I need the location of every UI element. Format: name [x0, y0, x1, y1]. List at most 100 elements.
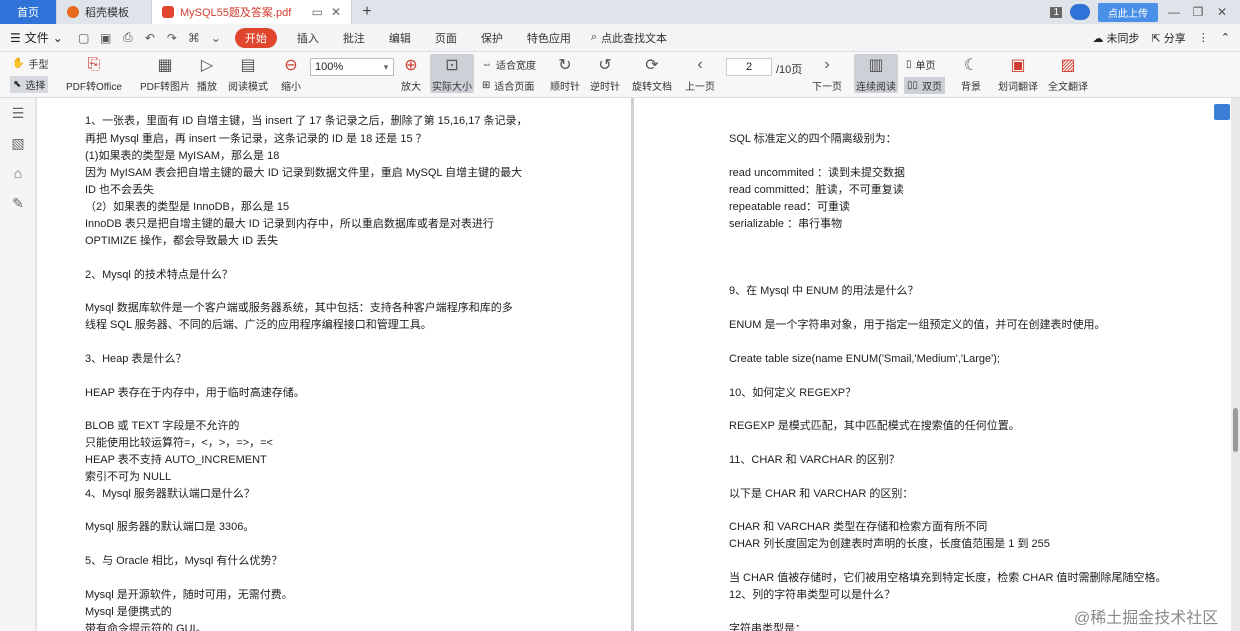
redo-icon[interactable]: ↷	[163, 31, 181, 45]
fit-page-label: 适合页面	[494, 82, 535, 93]
tab-restore-icon[interactable]: ▭	[312, 5, 323, 19]
background-button[interactable]: ☾ 背景	[960, 54, 982, 93]
scrollbar-thumb[interactable]	[1233, 408, 1238, 452]
hand-icon: ✋	[12, 58, 25, 69]
maximize-icon[interactable]: ❐	[1190, 5, 1206, 19]
tab-close-icon[interactable]: ✕	[331, 5, 341, 19]
minimize-icon[interactable]: —	[1166, 5, 1182, 19]
cloud-icon[interactable]	[1070, 4, 1090, 20]
format-painter-icon[interactable]: ⌘	[185, 31, 203, 45]
moon-icon: ☾	[963, 57, 979, 74]
find-text[interactable]: ⌕ 点此查找文本	[585, 30, 667, 46]
doc-line: HEAP 表不支持 AUTO_INCREMENT	[85, 454, 267, 466]
page-number-input[interactable]: 2	[726, 58, 772, 76]
undo-icon[interactable]: ↶	[141, 31, 159, 45]
ribbon-toolbar: ✋ 手型 ⬉ 选择 ⎘ PDF转Office ▦ PDF转图片 ▷ 播放 ▤ 阅读模式 ⊖ 缩…	[0, 52, 1240, 98]
prev-page-button[interactable]: ‹ 上一页	[685, 54, 715, 93]
actual-size-label: 实际大小	[432, 82, 472, 93]
menu-start[interactable]: 开始	[234, 27, 277, 48]
doc-line: CHAR 和 VARCHAR 类型在存储和检索方面有所不同	[729, 521, 988, 533]
rotate-doc-button[interactable]: ⟳ 旋转文档	[632, 54, 672, 93]
print-icon[interactable]: ⎙	[119, 30, 137, 45]
collapse-icon[interactable]: ⌃	[1221, 31, 1230, 44]
rotate-cw-button[interactable]: ↻ 顺时针	[550, 54, 580, 93]
play-button[interactable]: ▷ 播放	[196, 54, 218, 93]
continuous-read-button[interactable]: ▥ 连续阅读	[854, 54, 898, 93]
next-page-button[interactable]: › 下一页	[812, 54, 842, 93]
doc-line: HEAP 表存在于内存中，用于临时高速存储。	[85, 387, 305, 399]
doc-line: 再把 Mysql 重启，再 insert 一条记录，这条记录的 ID 是 18 …	[85, 133, 427, 145]
actual-size-button[interactable]: ⊡ 实际大小	[430, 54, 474, 93]
thumbnail-icon[interactable]: ▧	[0, 128, 36, 158]
doc-line: BLOB 或 TEXT 字段是不允许的	[85, 420, 240, 432]
rotate-ccw-button[interactable]: ↺ 逆时针	[590, 54, 620, 93]
select-tool[interactable]: ⬉ 选择	[10, 76, 49, 93]
double-page-button[interactable]: ▯▯ 双页	[904, 77, 946, 94]
zoom-out-button[interactable]: ⊖ 缩小	[280, 54, 302, 93]
zoom-in-button[interactable]: ⊕ 放大	[400, 54, 422, 93]
doc-line: Mysql 数据库软件是一个客户端或服务器系统，其中包括：支持各种客户端程序和库…	[85, 302, 513, 314]
close-window-icon[interactable]: ✕	[1214, 5, 1230, 19]
single-page-button[interactable]: ▯ 单页	[906, 57, 936, 72]
full-translate-button[interactable]: ▨ 全文翻译	[1048, 54, 1088, 93]
title-bar: 首页 稻壳模板 MySQL55题及答案.pdf ▭ ✕ + 1 点此上传 — ❐…	[0, 0, 1240, 24]
menu-features[interactable]: 特色应用	[517, 30, 581, 46]
menu-edit[interactable]: 编辑	[379, 30, 421, 46]
pdf-to-office-button[interactable]: ⎘ PDF转Office	[66, 54, 122, 93]
rotate-ccw-label: 逆时针	[590, 82, 620, 93]
menu-bar: ☰ 文件 ⌄ ▢ ▣ ⎙ ↶ ↷ ⌘ ⌄ 开始 插入 批注 编辑 页面 保护 特…	[0, 24, 1240, 52]
tab-document[interactable]: MySQL55题及答案.pdf ▭ ✕	[152, 0, 352, 24]
chevron-right-icon: ›	[824, 56, 830, 73]
page-current: 2	[745, 61, 753, 73]
save-icon[interactable]: ▣	[97, 31, 115, 45]
vertical-scrollbar[interactable]	[1231, 98, 1240, 631]
menu-page[interactable]: 页面	[425, 30, 467, 46]
tab-home-label: 首页	[17, 7, 39, 19]
doc-line: REGEXP 是模式匹配，其中匹配模式在搜索值的任何位置。	[729, 420, 1020, 432]
share-button[interactable]: ⇱ 分享	[1152, 30, 1186, 46]
annotation-icon[interactable]: ✎	[0, 188, 36, 218]
folder-icon[interactable]: ▢	[75, 31, 93, 45]
continuous-label: 连续阅读	[856, 82, 896, 93]
image-icon: ▦	[157, 57, 173, 74]
prev-page-label: 上一页	[685, 82, 715, 93]
doc-line: OPTIMIZE 操作，都会导致最大 ID 丢失	[85, 235, 279, 247]
doc-line: serializable ：串行事物	[729, 218, 843, 230]
fit-width-button[interactable]: ⇔ 适合宽度	[482, 57, 536, 72]
fit-page-icon: ⊞	[482, 80, 491, 91]
upload-button[interactable]: 点此上传	[1098, 2, 1158, 22]
doc-line: 字符串类型是：	[729, 623, 806, 631]
doc-line: （2）如果表的类型是 InnoDB，那么是 15	[85, 201, 290, 213]
rotate-ccw-icon: ↺	[598, 57, 612, 74]
rotate-doc-label: 旋转文档	[632, 82, 672, 93]
actual-size-icon: ⊡	[445, 57, 459, 74]
dropdown-icon[interactable]: ⌄	[207, 31, 225, 45]
file-menu[interactable]: ☰ 文件 ⌄	[10, 29, 71, 46]
rotate-cw-icon: ↻	[558, 57, 572, 74]
bookmark-icon[interactable]: ⌂	[0, 158, 36, 188]
more-icon[interactable]: ⋮	[1198, 31, 1209, 44]
menu-annotate[interactable]: 批注	[333, 30, 375, 46]
sync-status[interactable]: ☁ 未同步	[1092, 30, 1139, 46]
doc-line: 11、CHAR 和 VARCHAR 的区别？	[729, 454, 900, 466]
zoom-select[interactable]: 100% ▾	[310, 58, 394, 76]
window-count-badge[interactable]: 1	[1050, 6, 1062, 18]
side-panel-icon[interactable]	[1214, 104, 1230, 120]
doc-line: Mysql 服务器的默认端口是 3306。	[85, 521, 255, 533]
share-icon: ⇱	[1151, 32, 1161, 45]
word-translate-button[interactable]: ▣ 划词翻译	[998, 54, 1038, 93]
hand-tool[interactable]: ✋ 手型	[12, 56, 48, 71]
read-mode-button[interactable]: ▤ 阅读模式	[228, 54, 268, 93]
tab-home[interactable]: 首页	[0, 0, 57, 24]
share-label: 分享	[1163, 32, 1186, 45]
fit-page-button[interactable]: ⊞ 适合页面	[482, 78, 534, 93]
outline-icon[interactable]: ☰	[0, 98, 36, 128]
tab-templates[interactable]: 稻壳模板	[57, 0, 152, 24]
menu-insert[interactable]: 插入	[287, 30, 329, 46]
page-total: /10页	[776, 64, 803, 76]
pdf-to-image-button[interactable]: ▦ PDF转图片	[140, 54, 190, 93]
menu-protect[interactable]: 保护	[471, 30, 513, 46]
new-tab-button[interactable]: +	[352, 0, 382, 24]
play-label: 播放	[197, 82, 217, 93]
zoom-in-icon: ⊕	[404, 57, 418, 74]
